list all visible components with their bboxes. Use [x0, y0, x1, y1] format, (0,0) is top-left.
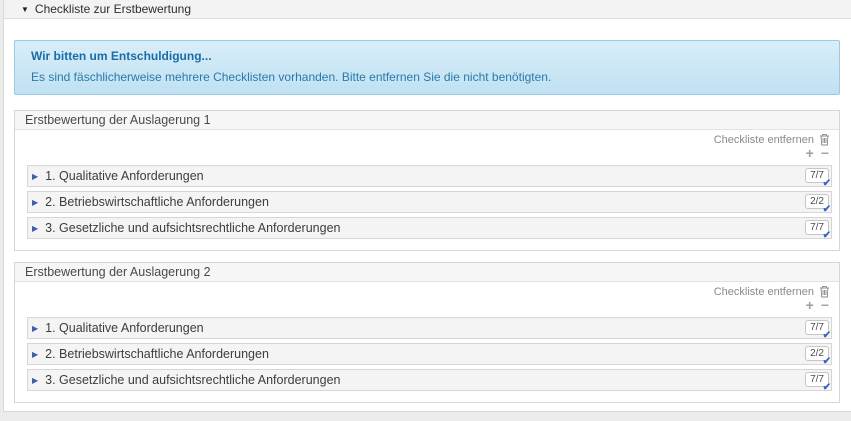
progress-badge: 7/7✔	[805, 372, 829, 387]
section-header[interactable]: ▼ Checkliste zur Erstbewertung	[4, 0, 851, 19]
expand-arrow-icon: ▶	[32, 319, 38, 339]
panel-body: Checkliste entfernen +− ▶ 1. Qualitative …	[15, 130, 839, 239]
panel-title: Erstbewertung der Auslagerung 2	[15, 263, 839, 282]
checklist-row-gesetzlich[interactable]: ▶ 3. Gesetzliche und aufsichtsrechtliche …	[27, 369, 832, 391]
minus-icon[interactable]: −	[821, 299, 829, 312]
remove-checklist-button[interactable]: Checkliste entfernen	[714, 134, 814, 146]
progress-badge: 2/2✔	[805, 194, 829, 209]
progress-badge: 2/2✔	[805, 346, 829, 361]
panel-controls: +−	[27, 147, 832, 162]
progress-badge: 7/7✔	[805, 320, 829, 335]
info-alert: Wir bitten um Entschuldigung... Es sind …	[14, 40, 840, 95]
minus-icon[interactable]: −	[821, 147, 829, 160]
expand-arrow-icon: ▶	[32, 167, 38, 187]
panel-controls: +−	[27, 299, 832, 314]
add-icon[interactable]: +	[806, 147, 814, 160]
checklist-rows: ▶ 1. Qualitative Anforderungen 7/7✔ ▶ 2. B…	[27, 165, 832, 239]
expand-arrow-icon: ▶	[32, 371, 38, 391]
check-icon: ✔	[823, 356, 831, 367]
expand-arrow-icon: ▶	[32, 219, 38, 239]
progress-badge: 7/7✔	[805, 220, 829, 235]
row-label: 3. Gesetzliche und aufsichtsrechtliche A…	[45, 221, 340, 235]
checklist-panel-1: Erstbewertung der Auslagerung 1 Checklis…	[14, 110, 840, 251]
remove-checklist-button[interactable]: Checkliste entfernen	[714, 286, 814, 298]
expand-arrow-icon: ▶	[32, 193, 38, 213]
row-label: 1. Qualitative Anforderungen	[45, 169, 203, 183]
remove-row: Checkliste entfernen	[27, 285, 832, 299]
add-icon[interactable]: +	[806, 299, 814, 312]
collapse-caret-icon: ▼	[21, 1, 29, 19]
checklist-row-qualitative[interactable]: ▶ 1. Qualitative Anforderungen 7/7✔	[27, 165, 832, 187]
panel-title: Erstbewertung der Auslagerung 1	[15, 111, 839, 130]
check-icon: ✔	[823, 330, 831, 341]
progress-badge: 7/7✔	[805, 168, 829, 183]
checklist-row-gesetzlich[interactable]: ▶ 3. Gesetzliche und aufsichtsrechtliche …	[27, 217, 832, 239]
check-icon: ✔	[823, 382, 831, 393]
checklist-rows: ▶ 1. Qualitative Anforderungen 7/7✔ ▶ 2. B…	[27, 317, 832, 391]
checklist-row-qualitative[interactable]: ▶ 1. Qualitative Anforderungen 7/7✔	[27, 317, 832, 339]
check-icon: ✔	[823, 204, 831, 215]
row-label: 2. Betriebswirtschaftliche Anforderungen	[45, 195, 269, 209]
checklist-panel-2: Erstbewertung der Auslagerung 2 Checklis…	[14, 262, 840, 403]
row-label: 3. Gesetzliche und aufsichtsrechtliche A…	[45, 373, 340, 387]
section-title: Checkliste zur Erstbewertung	[35, 2, 191, 16]
alert-title: Wir bitten um Entschuldigung...	[31, 49, 823, 63]
row-label: 1. Qualitative Anforderungen	[45, 321, 203, 335]
remove-row: Checkliste entfernen	[27, 133, 832, 147]
checklist-row-betriebswirtschaftlich[interactable]: ▶ 2. Betriebswirtschaftliche Anforderunge…	[27, 191, 832, 213]
checkliste-section: ▼ Checkliste zur Erstbewertung Wir bitten…	[3, 0, 851, 412]
check-icon: ✔	[823, 178, 831, 189]
checklist-row-betriebswirtschaftlich[interactable]: ▶ 2. Betriebswirtschaftliche Anforderunge…	[27, 343, 832, 365]
check-icon: ✔	[823, 230, 831, 241]
alert-message: Es sind fäschlicherweise mehrere Checkli…	[31, 70, 823, 84]
expand-arrow-icon: ▶	[32, 345, 38, 365]
panel-body: Checkliste entfernen +− ▶ 1. Qualitative …	[15, 282, 839, 391]
row-label: 2. Betriebswirtschaftliche Anforderungen	[45, 347, 269, 361]
